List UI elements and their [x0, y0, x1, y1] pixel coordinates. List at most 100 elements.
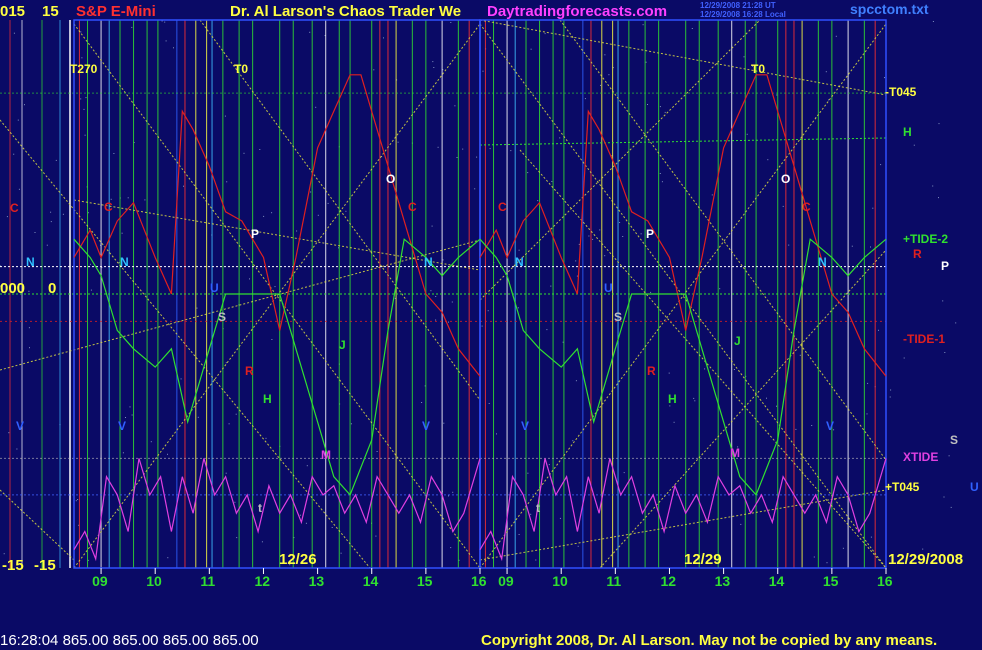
- background-dot: [842, 547, 844, 549]
- background-dot: [234, 501, 236, 503]
- background-dot: [866, 413, 868, 415]
- background-dot: [592, 238, 594, 240]
- chart-marker-n: N: [120, 255, 129, 269]
- chart-marker-t0: T0: [234, 62, 248, 76]
- right-label: U: [970, 480, 979, 494]
- x-tick-label: 14: [363, 573, 379, 589]
- chart-marker-c: C: [10, 201, 19, 215]
- background-dot: [28, 290, 30, 292]
- background-dot: [645, 61, 647, 63]
- background-dot: [659, 106, 661, 108]
- background-dot: [462, 148, 464, 150]
- background-dot: [527, 472, 529, 474]
- chart-marker-m: M: [321, 448, 331, 462]
- background-dot: [944, 352, 946, 353]
- background-dot: [55, 159, 57, 161]
- background-dot: [29, 347, 30, 349]
- background-dot: [530, 513, 532, 515]
- background-dot: [826, 562, 828, 564]
- chart-marker-r: R: [245, 364, 254, 378]
- background-dot: [870, 246, 871, 248]
- background-dot: [932, 21, 934, 22]
- background-dot: [537, 200, 539, 202]
- session-date-1: 12/26: [279, 551, 317, 568]
- background-dot: [435, 319, 437, 321]
- background-dot: [397, 141, 399, 143]
- background-dot: [604, 54, 606, 56]
- background-dot: [487, 310, 489, 312]
- x-tick-label: 16: [877, 573, 893, 589]
- background-dot: [129, 406, 131, 408]
- background-dot: [788, 244, 790, 246]
- background-dot: [890, 389, 892, 391]
- background-dot: [13, 153, 15, 155]
- background-dot: [575, 260, 577, 262]
- site-name: Daytradingforecasts.com: [487, 3, 667, 20]
- chart-marker-v: V: [521, 419, 529, 433]
- background-dot: [851, 245, 853, 247]
- background-dot: [776, 405, 777, 407]
- status-bar: 16:28:04 865.00 865.00 865.00 865.00: [0, 632, 259, 649]
- background-dot: [608, 74, 610, 76]
- instrument-title: S&P E-Mini: [76, 3, 156, 20]
- left-low-value-2: -15: [34, 557, 56, 574]
- background-dot: [599, 229, 601, 231]
- background-dot: [443, 422, 445, 424]
- background-dot: [517, 307, 519, 309]
- background-dot: [50, 211, 52, 213]
- background-dot: [432, 61, 434, 63]
- right-label: XTIDE: [903, 450, 938, 464]
- background-dot: [575, 380, 577, 382]
- right-label: +TIDE-2: [903, 232, 948, 246]
- background-dot: [938, 197, 939, 199]
- chart-marker-v: V: [826, 419, 834, 433]
- background-dot: [263, 215, 265, 217]
- background-dot: [81, 57, 83, 59]
- background-dot: [243, 152, 245, 154]
- x-tick-label: 10: [146, 573, 162, 589]
- background-dot: [481, 325, 483, 327]
- background-dot: [90, 289, 92, 291]
- chart-marker-p: P: [646, 227, 654, 241]
- session-date-2: 12/29: [684, 551, 722, 568]
- background-dot: [75, 500, 77, 502]
- background-dot: [456, 157, 458, 158]
- background-dot: [196, 307, 198, 309]
- background-dot: [661, 181, 663, 183]
- background-dot: [373, 69, 375, 71]
- background-dot: [948, 455, 950, 457]
- background-dot: [795, 428, 797, 430]
- background-dot: [600, 84, 601, 86]
- background-dot: [740, 523, 742, 525]
- background-dot: [317, 214, 319, 216]
- background-dot: [113, 153, 115, 154]
- background-dot: [274, 286, 276, 288]
- end-date: 12/29/2008: [888, 551, 963, 568]
- x-tick-label: 11: [606, 573, 621, 589]
- background-dot: [870, 536, 872, 538]
- background-dot: [80, 31, 82, 33]
- chaos-trader-chart: T270 T0 T0C C C C CN N N N NU US SP PO OR RH HJ JM MV V V V Vt…: [0, 0, 982, 650]
- background-dot: [488, 403, 490, 404]
- background-dot: [13, 32, 15, 34]
- x-tick-label: 15: [823, 573, 839, 589]
- background-dot: [173, 47, 174, 49]
- background-dot: [588, 235, 590, 237]
- x-tick-label: 15: [417, 573, 433, 589]
- background-dot: [435, 296, 437, 297]
- background-dot: [265, 437, 267, 439]
- background-dot: [766, 397, 767, 399]
- chart-marker-c: C: [104, 200, 113, 214]
- background-dot: [604, 255, 606, 257]
- background-dot: [799, 354, 801, 356]
- chart-marker-o: O: [781, 172, 790, 186]
- background-dot: [261, 541, 263, 543]
- background-dot: [559, 137, 561, 139]
- background-dot: [664, 111, 666, 113]
- background-dot: [235, 413, 237, 415]
- quote-low: 865.00: [162, 632, 209, 649]
- background-dot: [572, 440, 574, 442]
- background-dot: [383, 37, 384, 39]
- background-dot: [62, 213, 64, 215]
- background-dot: [576, 275, 578, 277]
